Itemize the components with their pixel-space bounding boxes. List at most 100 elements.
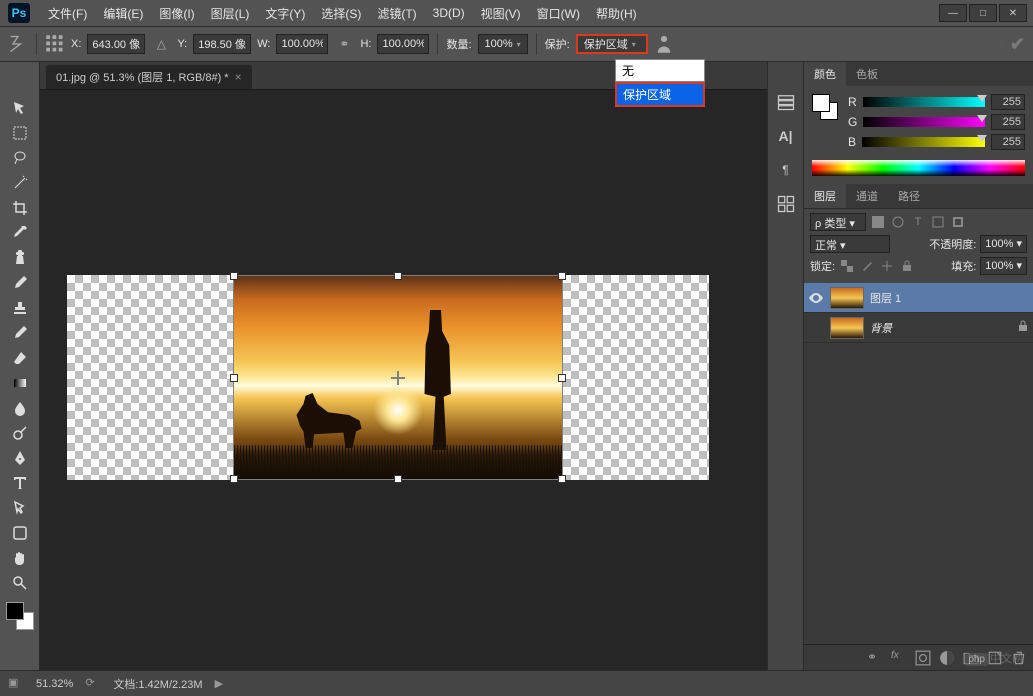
filter-pixel-icon[interactable] xyxy=(870,214,886,230)
filter-adjust-icon[interactable] xyxy=(890,214,906,230)
r-slider[interactable] xyxy=(863,97,985,107)
layer-name[interactable]: 图层 1 xyxy=(870,290,901,306)
lock-all-icon[interactable] xyxy=(899,258,915,274)
link-icon[interactable]: ⚭ xyxy=(334,34,354,54)
layer-row-bg[interactable]: 背景 xyxy=(804,313,1033,343)
g-slider[interactable] xyxy=(863,117,985,127)
properties-panel-icon[interactable] xyxy=(776,194,796,214)
visibility-icon-off[interactable] xyxy=(808,320,824,336)
tab-channels[interactable]: 通道 xyxy=(846,184,888,208)
marquee-tool-icon[interactable] xyxy=(8,121,32,144)
heal-tool-icon[interactable] xyxy=(8,246,32,269)
gradient-tool-icon[interactable] xyxy=(8,371,32,394)
canvas[interactable] xyxy=(67,275,709,480)
menu-file[interactable]: 文件(F) xyxy=(40,1,95,26)
lock-transparency-icon[interactable] xyxy=(839,258,855,274)
menu-select[interactable]: 选择(S) xyxy=(313,1,369,26)
protect-dropdown[interactable]: 保护区域▾ xyxy=(576,34,648,54)
blend-mode-dropdown[interactable]: 正常 ▾ xyxy=(810,235,890,253)
layer-filter-dropdown[interactable]: ρ 类型 ▾ xyxy=(810,213,866,231)
foreground-swatch[interactable] xyxy=(6,602,24,620)
layer-thumbnail[interactable] xyxy=(830,287,864,309)
menu-view[interactable]: 视图(V) xyxy=(473,1,529,26)
move-tool-icon[interactable] xyxy=(8,96,32,119)
w-input[interactable] xyxy=(276,34,328,54)
filter-smart-icon[interactable] xyxy=(950,214,966,230)
layer-thumbnail-bg[interactable] xyxy=(830,317,864,339)
color-panel-swatches[interactable] xyxy=(812,94,838,120)
qty-dropdown[interactable]: 100%▾ xyxy=(478,34,528,54)
b-input[interactable] xyxy=(991,134,1025,150)
paragraph-panel-icon[interactable]: ¶ xyxy=(776,160,796,180)
mask-icon[interactable] xyxy=(915,650,931,666)
tab-swatch[interactable]: 色板 xyxy=(846,62,888,86)
eyedropper-tool-icon[interactable] xyxy=(8,221,32,244)
hand-tool-icon[interactable] xyxy=(8,546,32,569)
menu-type[interactable]: 文字(Y) xyxy=(257,1,313,26)
spectrum-bar[interactable] xyxy=(812,160,1025,176)
cancel-icon[interactable] xyxy=(984,35,1002,53)
b-slider[interactable] xyxy=(862,137,985,147)
adjustment-icon[interactable] xyxy=(939,650,955,666)
status-arrow-icon[interactable]: ▶ xyxy=(215,677,223,690)
status-sync-icon[interactable]: ⟳ xyxy=(85,676,101,692)
lock-pixels-icon[interactable] xyxy=(859,258,875,274)
menu-edit[interactable]: 编辑(E) xyxy=(95,1,151,26)
protect-option-none[interactable]: 无 xyxy=(615,59,705,82)
blur-tool-icon[interactable] xyxy=(8,396,32,419)
tab-close-icon[interactable]: × xyxy=(235,70,242,84)
pen-tool-icon[interactable] xyxy=(8,446,32,469)
menu-help[interactable]: 帮助(H) xyxy=(588,1,645,26)
zoom-tool-icon[interactable] xyxy=(8,571,32,594)
delta-icon[interactable]: △ xyxy=(151,34,171,54)
r-input[interactable] xyxy=(991,94,1025,110)
type-tool-icon[interactable] xyxy=(8,471,32,494)
tab-layers[interactable]: 图层 xyxy=(804,184,846,208)
opacity-input[interactable]: 100% ▾ xyxy=(980,235,1027,253)
zoom-level[interactable]: 51.32% xyxy=(36,678,73,690)
document-tab[interactable]: 01.jpg @ 51.3% (图层 1, RGB/8#) * × xyxy=(46,65,252,89)
maximize-button[interactable]: □ xyxy=(969,4,997,22)
fx-icon[interactable]: fx xyxy=(891,650,907,666)
transform-tool-icon[interactable] xyxy=(8,34,28,54)
path-tool-icon[interactable] xyxy=(8,496,32,519)
menu-window[interactable]: 窗口(W) xyxy=(529,1,588,26)
g-input[interactable] xyxy=(991,114,1025,130)
dodge-tool-icon[interactable] xyxy=(8,421,32,444)
layer-row-1[interactable]: 图层 1 xyxy=(804,283,1033,313)
brush-tool-icon[interactable] xyxy=(8,271,32,294)
h-input[interactable] xyxy=(377,34,429,54)
fill-input[interactable]: 100% ▾ xyxy=(980,257,1027,275)
history-brush-tool-icon[interactable] xyxy=(8,321,32,344)
x-input[interactable] xyxy=(87,34,145,54)
menu-image[interactable]: 图像(I) xyxy=(151,1,202,26)
reference-point-icon[interactable] xyxy=(45,34,65,54)
protect-option-protect[interactable]: 保护区域 xyxy=(615,82,705,107)
menu-layer[interactable]: 图层(L) xyxy=(203,1,258,26)
shape-tool-icon[interactable] xyxy=(8,521,32,544)
commit-icon[interactable]: ✔ xyxy=(1010,34,1025,55)
status-expand-icon[interactable]: ▣ xyxy=(8,676,24,692)
menu-3d[interactable]: 3D(D) xyxy=(425,2,473,24)
stamp-tool-icon[interactable] xyxy=(8,296,32,319)
crop-tool-icon[interactable] xyxy=(8,196,32,219)
history-panel-icon[interactable] xyxy=(776,92,796,112)
minimize-button[interactable]: — xyxy=(939,4,967,22)
wand-tool-icon[interactable] xyxy=(8,171,32,194)
tab-paths[interactable]: 路径 xyxy=(888,184,930,208)
lock-position-icon[interactable] xyxy=(879,258,895,274)
tab-color[interactable]: 颜色 xyxy=(804,62,846,86)
eraser-tool-icon[interactable] xyxy=(8,346,32,369)
close-button[interactable]: ✕ xyxy=(999,4,1027,22)
y-input[interactable] xyxy=(193,34,251,54)
character-panel-icon[interactable]: A| xyxy=(776,126,796,146)
filter-shape-icon[interactable] xyxy=(930,214,946,230)
menu-filter[interactable]: 滤镜(T) xyxy=(369,1,424,26)
color-swatches[interactable] xyxy=(6,602,34,630)
filter-type-icon[interactable]: T xyxy=(910,214,926,230)
person-icon[interactable] xyxy=(654,34,674,54)
lasso-tool-icon[interactable] xyxy=(8,146,32,169)
visibility-icon[interactable] xyxy=(808,290,824,306)
layer-name-bg[interactable]: 背景 xyxy=(870,320,892,336)
link-layers-icon[interactable]: ⚭ xyxy=(867,650,883,666)
